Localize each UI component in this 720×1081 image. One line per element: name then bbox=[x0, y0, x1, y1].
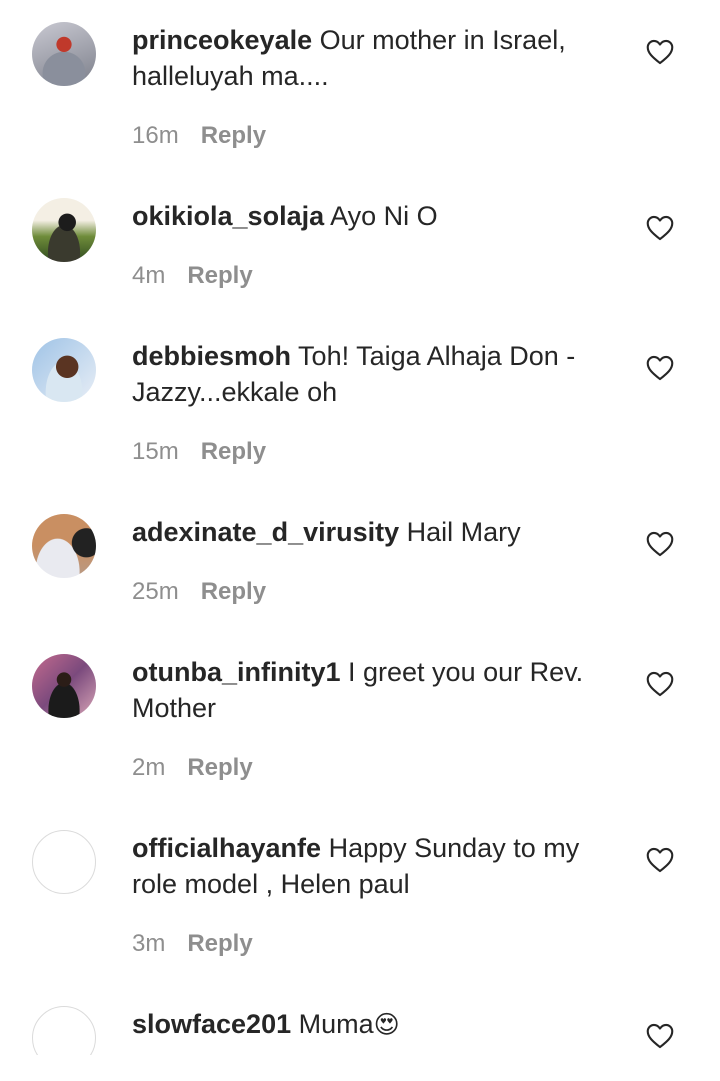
comment-body: slowface201 Muma😍 bbox=[132, 1006, 602, 1043]
avatar[interactable] bbox=[32, 1006, 96, 1055]
heart-eyes-emoji-icon: 😍 bbox=[373, 1011, 400, 1039]
heart-icon[interactable] bbox=[646, 1023, 674, 1049]
comment-text: Muma bbox=[298, 1009, 374, 1039]
comment-item: slowface201 Muma😍 bbox=[0, 0, 720, 1055]
comment-username[interactable]: slowface201 bbox=[132, 1009, 291, 1039]
